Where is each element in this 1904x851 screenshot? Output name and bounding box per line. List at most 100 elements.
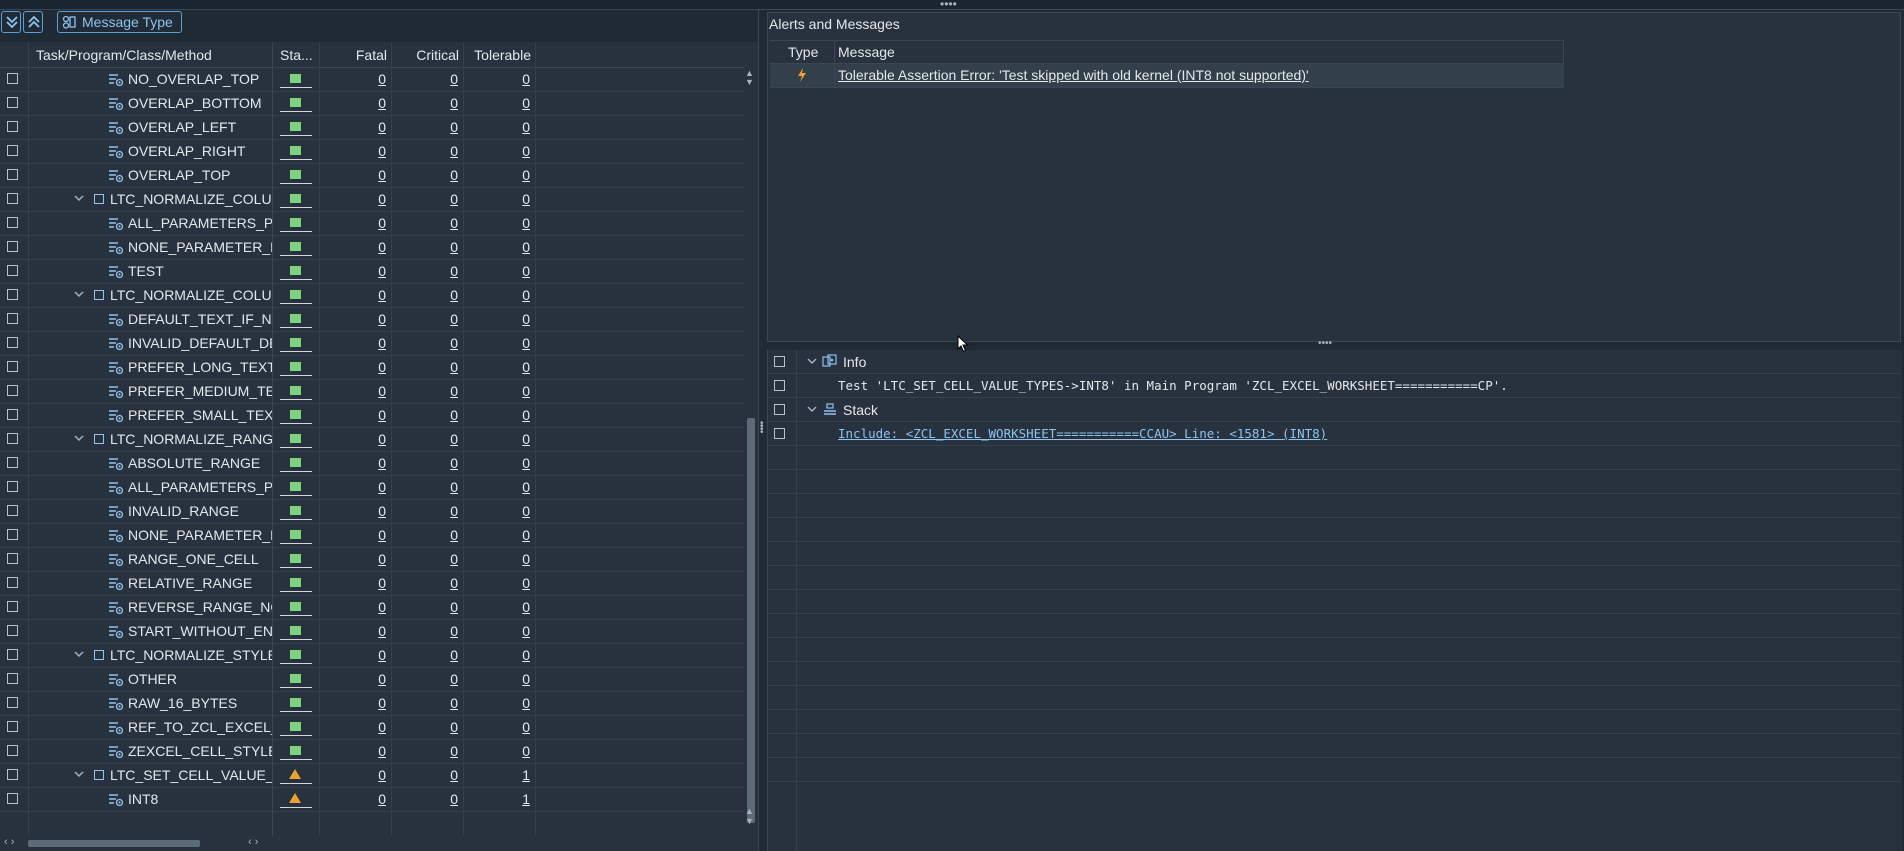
tolerable-count[interactable]: 0 bbox=[463, 668, 530, 691]
row-checkbox[interactable] bbox=[7, 625, 18, 636]
tree-row[interactable]: NO_OVERLAP_TOP 0 0 0 bbox=[0, 68, 744, 92]
row-checkbox[interactable] bbox=[7, 361, 18, 372]
tolerable-count[interactable]: 0 bbox=[463, 164, 530, 187]
status-cell[interactable] bbox=[278, 788, 314, 811]
critical-count[interactable]: 0 bbox=[391, 524, 458, 547]
status-cell[interactable] bbox=[278, 500, 314, 523]
column-header-task[interactable]: Task/Program/Class/Method bbox=[32, 43, 272, 67]
status-cell[interactable] bbox=[278, 260, 314, 283]
tree-row[interactable]: DEFAULT_TEXT_IF_NO 0 0 0 bbox=[0, 308, 744, 332]
row-checkbox[interactable] bbox=[7, 313, 18, 324]
fatal-count[interactable]: 0 bbox=[320, 308, 386, 331]
status-cell[interactable] bbox=[278, 764, 314, 787]
tree-row[interactable]: REVERSE_RANGE_NOT000 bbox=[0, 596, 744, 620]
column-header-status[interactable]: Sta... bbox=[276, 43, 320, 67]
critical-count[interactable]: 0 bbox=[391, 548, 458, 571]
alert-row[interactable]: Tolerable Assertion Error: 'Test skipped… bbox=[770, 64, 1564, 88]
status-cell[interactable] bbox=[278, 212, 314, 235]
row-checkbox[interactable] bbox=[7, 529, 18, 540]
tree-row[interactable]: ZEXCEL_CELL_STYLE 0 0 0 bbox=[0, 740, 744, 764]
critical-count[interactable]: 0 bbox=[391, 452, 458, 475]
tree-row[interactable]: LTC_SET_CELL_VALUE_T 0 0 1 bbox=[0, 764, 744, 788]
scroll-left-icon[interactable]: ‹ › bbox=[4, 836, 14, 848]
tolerable-count[interactable]: 0 bbox=[463, 236, 530, 259]
tree-row[interactable]: PREFER_SMALL_TEXT 0 0 0 bbox=[0, 404, 744, 428]
row-checkbox[interactable] bbox=[7, 601, 18, 612]
fatal-count[interactable]: 0 bbox=[320, 452, 386, 475]
fatal-count[interactable]: 0 bbox=[320, 68, 386, 91]
row-checkbox[interactable] bbox=[7, 793, 18, 804]
stack-node[interactable]: Stack bbox=[768, 398, 1902, 422]
row-checkbox[interactable] bbox=[7, 193, 18, 204]
column-header-message[interactable]: Message bbox=[838, 41, 895, 63]
tree-row[interactable]: START_WITHOUT_END 0 0 0 bbox=[0, 620, 744, 644]
status-cell[interactable] bbox=[278, 428, 314, 451]
fatal-count[interactable]: 0 bbox=[320, 524, 386, 547]
row-checkbox[interactable] bbox=[7, 745, 18, 756]
tree-row[interactable]: ALL_PARAMETERS_PA 0 0 0 bbox=[0, 476, 744, 500]
fatal-count[interactable]: 0 bbox=[320, 500, 386, 523]
fatal-count[interactable]: 0 bbox=[320, 764, 386, 787]
tolerable-count[interactable]: 0 bbox=[463, 260, 530, 283]
scroll-up-icon[interactable]: ▲ bbox=[745, 806, 754, 816]
critical-count[interactable]: 0 bbox=[391, 596, 458, 619]
tolerable-count[interactable]: 1 bbox=[463, 788, 530, 811]
chevron-down-icon[interactable] bbox=[806, 355, 818, 367]
row-checkbox[interactable] bbox=[7, 481, 18, 492]
tree-row[interactable]: REF_TO_ZCL_EXCEL_S000 bbox=[0, 716, 744, 740]
tree-row[interactable]: PREFER_LONG_TEXT 0 0 0 bbox=[0, 356, 744, 380]
row-checkbox[interactable] bbox=[7, 241, 18, 252]
status-cell[interactable] bbox=[278, 356, 314, 379]
tolerable-count[interactable]: 0 bbox=[463, 476, 530, 499]
tolerable-count[interactable]: 0 bbox=[463, 140, 530, 163]
tolerable-count[interactable]: 0 bbox=[463, 572, 530, 595]
critical-count[interactable]: 0 bbox=[391, 332, 458, 355]
tree-row[interactable]: TEST 0 0 0 bbox=[0, 260, 744, 284]
critical-count[interactable]: 0 bbox=[391, 500, 458, 523]
tolerable-count[interactable]: 0 bbox=[463, 68, 530, 91]
row-checkbox[interactable] bbox=[7, 505, 18, 516]
fatal-count[interactable]: 0 bbox=[320, 164, 386, 187]
tolerable-count[interactable]: 0 bbox=[463, 284, 530, 307]
tree-row[interactable]: NONE_PARAMETER_P 0 0 0 bbox=[0, 524, 744, 548]
tree-row[interactable]: LTC_NORMALIZE_COLUM 0 0 0 bbox=[0, 188, 744, 212]
tolerable-count[interactable]: 0 bbox=[463, 692, 530, 715]
tree-row[interactable]: RAW_16_BYTES 0 0 0 bbox=[0, 692, 744, 716]
row-checkbox[interactable] bbox=[7, 73, 18, 84]
scroll-down-icon[interactable]: ▼ bbox=[745, 77, 754, 87]
status-cell[interactable] bbox=[278, 308, 314, 331]
row-checkbox[interactable] bbox=[7, 721, 18, 732]
tolerable-count[interactable]: 0 bbox=[463, 452, 530, 475]
status-cell[interactable] bbox=[278, 116, 314, 139]
tolerable-count[interactable]: 0 bbox=[463, 188, 530, 211]
fatal-count[interactable]: 0 bbox=[320, 260, 386, 283]
row-checkbox[interactable] bbox=[7, 697, 18, 708]
tree-row[interactable]: INVALID_RANGE 0 0 0 bbox=[0, 500, 744, 524]
status-cell[interactable] bbox=[278, 596, 314, 619]
tree-row[interactable]: INVALID_DEFAULT_DE 0 0 0 bbox=[0, 332, 744, 356]
stack-include-link[interactable]: Include: <ZCL_EXCEL_WORKSHEET===========… bbox=[838, 422, 1327, 446]
info-node[interactable]: Info bbox=[768, 350, 1902, 374]
row-checkbox[interactable] bbox=[7, 433, 18, 444]
fatal-count[interactable]: 0 bbox=[320, 668, 386, 691]
tree-horizontal-scrollbar[interactable]: ‹ › ‹ › bbox=[0, 836, 744, 850]
status-cell[interactable] bbox=[278, 476, 314, 499]
status-cell[interactable] bbox=[278, 548, 314, 571]
status-cell[interactable] bbox=[278, 284, 314, 307]
row-checkbox[interactable] bbox=[7, 649, 18, 660]
fatal-count[interactable]: 0 bbox=[320, 740, 386, 763]
tolerable-count[interactable]: 0 bbox=[463, 356, 530, 379]
row-checkbox[interactable] bbox=[774, 428, 785, 439]
critical-count[interactable]: 0 bbox=[391, 572, 458, 595]
fatal-count[interactable]: 0 bbox=[320, 428, 386, 451]
fatal-count[interactable]: 0 bbox=[320, 788, 386, 811]
row-checkbox[interactable] bbox=[7, 97, 18, 108]
critical-count[interactable]: 0 bbox=[391, 260, 458, 283]
tolerable-count[interactable]: 0 bbox=[463, 500, 530, 523]
critical-count[interactable]: 0 bbox=[391, 284, 458, 307]
row-checkbox[interactable] bbox=[774, 356, 785, 367]
tolerable-count[interactable]: 0 bbox=[463, 548, 530, 571]
tolerable-count[interactable]: 0 bbox=[463, 116, 530, 139]
critical-count[interactable]: 0 bbox=[391, 644, 458, 667]
row-checkbox[interactable] bbox=[7, 217, 18, 228]
